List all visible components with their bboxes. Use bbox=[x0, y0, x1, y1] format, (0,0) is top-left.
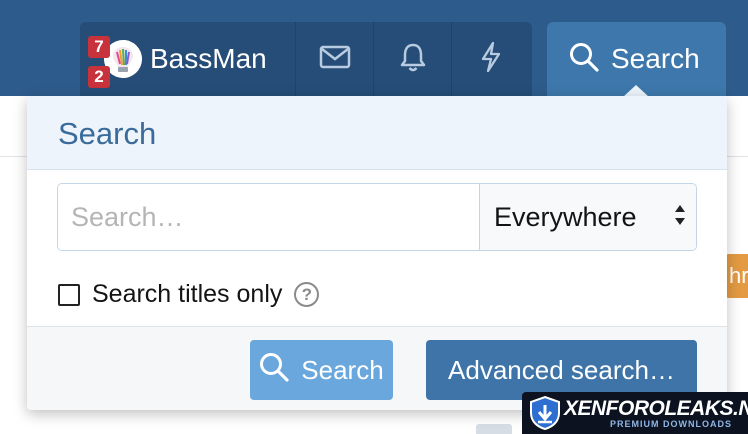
orange-tab[interactable]: hre bbox=[725, 254, 748, 298]
envelope-icon bbox=[319, 45, 351, 74]
inbox-button[interactable] bbox=[296, 22, 374, 96]
titles-only-label[interactable]: Search titles only bbox=[92, 280, 282, 309]
search-icon bbox=[259, 352, 289, 389]
shield-download-icon bbox=[528, 395, 562, 434]
alerts-button[interactable] bbox=[374, 22, 452, 96]
watermark: XENFOROLEAKS.NET PREMIUM DOWNLOADS bbox=[522, 392, 748, 434]
search-scope-select[interactable]: Everywhere bbox=[479, 184, 696, 250]
conversation-badge: 2 bbox=[88, 66, 110, 88]
search-menu: Search Everywhere Search titles only ? S… bbox=[27, 96, 727, 410]
search-input-group: Everywhere bbox=[57, 183, 697, 251]
search-scope-value: Everywhere bbox=[494, 201, 637, 232]
help-icon[interactable]: ? bbox=[294, 282, 320, 307]
user-menu-link[interactable]: 7 2 BassMan bbox=[80, 22, 296, 96]
whats-new-button[interactable] bbox=[452, 22, 530, 96]
search-submit-button[interactable]: Search bbox=[250, 340, 393, 400]
titles-only-row: Search titles only ? bbox=[58, 280, 320, 309]
username: BassMan bbox=[150, 43, 267, 74]
background-chip bbox=[476, 424, 512, 434]
watermark-title: XENFOROLEAKS.NET bbox=[564, 397, 748, 420]
search-menu-title: Search bbox=[58, 116, 157, 151]
search-menu-header: Search bbox=[27, 96, 727, 170]
alert-badge: 7 bbox=[88, 36, 110, 58]
bell-icon bbox=[399, 42, 427, 77]
advanced-search-button[interactable]: Advanced search… bbox=[426, 340, 697, 400]
select-arrows-icon bbox=[674, 203, 686, 232]
watermark-subtitle: PREMIUM DOWNLOADS bbox=[610, 419, 732, 429]
search-submit-label: Search bbox=[301, 354, 384, 385]
search-tab-label: Search bbox=[611, 43, 700, 74]
search-icon bbox=[569, 42, 599, 77]
search-input[interactable] bbox=[58, 184, 479, 250]
user-nav-group: 7 2 BassMan bbox=[80, 22, 532, 96]
titles-only-checkbox[interactable] bbox=[58, 283, 80, 306]
lightning-icon bbox=[479, 41, 503, 78]
